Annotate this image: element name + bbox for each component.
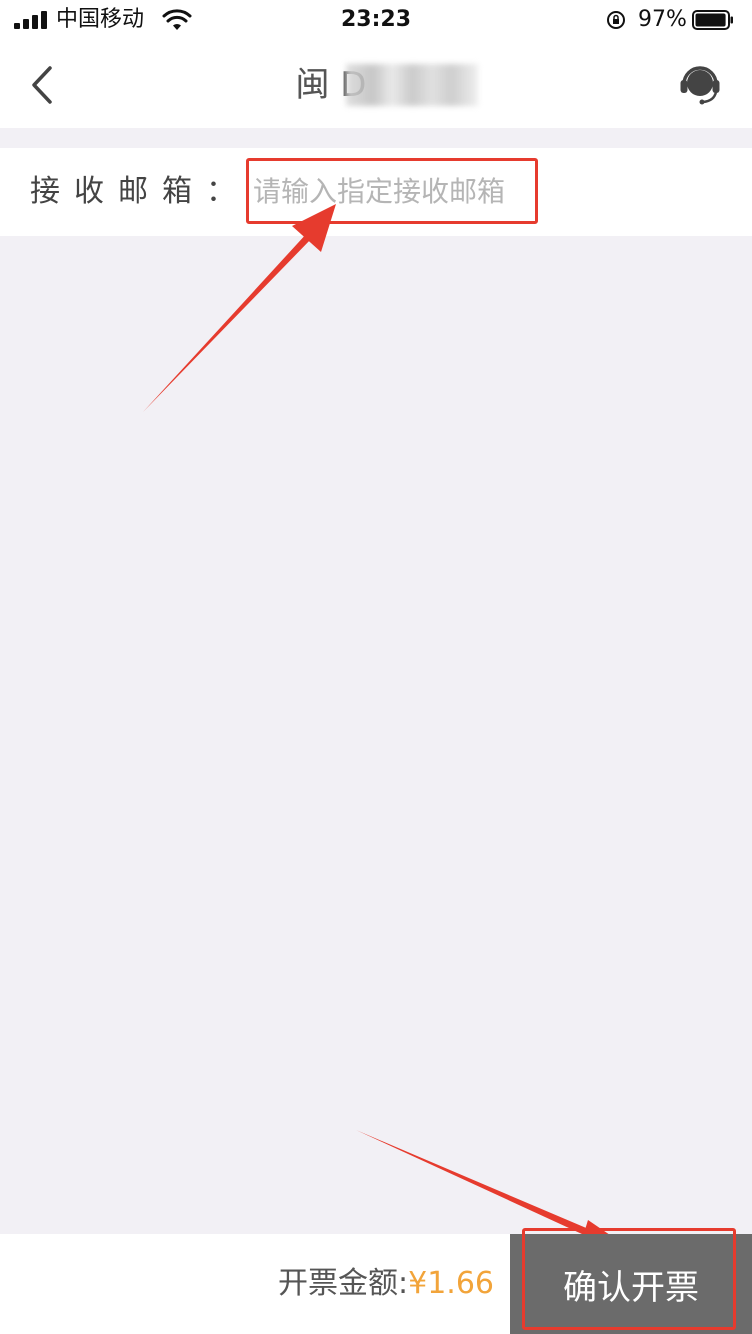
status-bar: 中国移动 23:23 97% — [0, 0, 752, 40]
redacted-plate-number — [346, 64, 478, 106]
email-label: 接收邮箱： — [30, 174, 250, 209]
battery-percent: 97% — [638, 7, 687, 32]
amount-value: ¥1.66 — [408, 1266, 494, 1301]
email-field[interactable] — [249, 161, 535, 221]
bottom-bar: 开票金额:¥1.66 确认开票 — [0, 1234, 752, 1334]
battery-icon — [692, 10, 733, 30]
email-row: 接收邮箱： — [0, 148, 752, 236]
confirm-invoice-button[interactable]: 确认开票 — [510, 1234, 752, 1334]
customer-service-button[interactable] — [676, 60, 724, 108]
customer-service-headset-icon — [680, 66, 720, 105]
amount-label: 开票金额: — [278, 1266, 409, 1301]
section-gap — [0, 128, 752, 148]
arrow-to-confirm-icon — [356, 1130, 632, 1250]
invoice-amount: 开票金额:¥1.66 — [278, 1264, 494, 1304]
nav-bar: 闽 D — [0, 40, 752, 128]
email-field-highlight — [246, 158, 538, 224]
rotation-lock-icon — [607, 11, 625, 29]
